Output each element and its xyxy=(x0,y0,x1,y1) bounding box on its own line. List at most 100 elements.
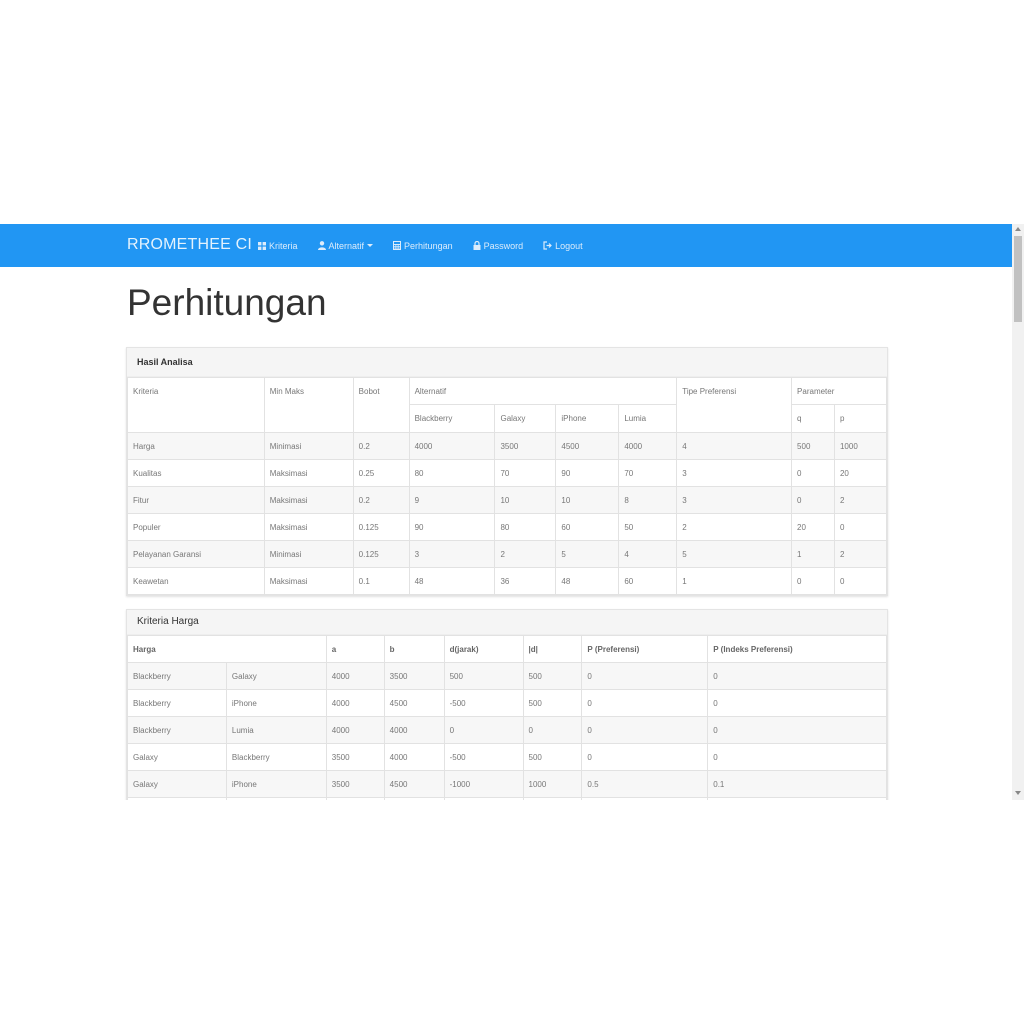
scroll-up-arrow-icon[interactable] xyxy=(1015,227,1021,231)
table-cell: Blackberry xyxy=(127,716,227,744)
table-cell: Maksimasi xyxy=(263,459,354,487)
browser-viewport: RROMETHEE CI Kriteria Alternatif Perhitu… xyxy=(0,224,1024,800)
header-alt: Galaxy xyxy=(494,404,557,433)
table-cell: 4500 xyxy=(555,432,620,460)
table-cell: -500 xyxy=(443,689,524,717)
table-cell: 0 xyxy=(522,716,583,744)
table-cell: 0.1 xyxy=(352,567,410,595)
table-cell: 5 xyxy=(676,540,793,568)
table-cell: 48 xyxy=(555,567,620,595)
table-cell: Kualitas xyxy=(127,459,265,487)
table-cell: 0 xyxy=(707,689,887,717)
kriteria-harga-panel: Kriteria Harga Harga a b d(jarak) |d| P … xyxy=(126,609,888,800)
header-alternatif: Alternatif xyxy=(408,377,678,405)
table-cell: 70 xyxy=(494,459,557,487)
scrollbar-thumb[interactable] xyxy=(1014,236,1022,322)
header-p-indeks: P (Indeks Preferensi) xyxy=(707,635,887,663)
table-cell: 500 xyxy=(522,689,583,717)
table-cell: -1000 xyxy=(443,770,524,798)
table-cell: 500 xyxy=(443,662,524,690)
grid-icon xyxy=(258,241,266,250)
table-cell xyxy=(383,797,445,800)
nav-item-password[interactable]: Password xyxy=(473,241,523,251)
scroll-down-arrow-icon[interactable] xyxy=(1015,791,1021,795)
table-cell: iPhone xyxy=(225,689,327,717)
table-cell: Galaxy xyxy=(127,770,227,798)
table-cell: 10 xyxy=(494,486,557,514)
header-alt: Blackberry xyxy=(408,404,496,433)
nav-item-kriteria[interactable]: Kriteria xyxy=(258,241,298,251)
table-cell: 10 xyxy=(555,486,620,514)
table-cell: 3500 xyxy=(494,432,557,460)
table-cell: 0 xyxy=(581,716,709,744)
nav-item-label: Logout xyxy=(555,240,583,251)
calculator-icon xyxy=(393,241,402,250)
table-cell: 4500 xyxy=(383,689,445,717)
table-cell: 20 xyxy=(833,459,888,487)
table-cell xyxy=(127,797,227,800)
panel-heading: Kriteria Harga xyxy=(127,610,887,635)
hasil-analisa-panel: Hasil Analisa Kriteria Min Maks Bobot Al… xyxy=(126,347,888,596)
table-cell: 4 xyxy=(676,432,793,460)
table-cell: 3500 xyxy=(325,743,385,771)
table-cell: 80 xyxy=(408,459,496,487)
table-cell: -500 xyxy=(443,743,524,771)
table-cell: 2 xyxy=(676,513,793,541)
table-cell: 9 xyxy=(408,486,496,514)
logout-icon xyxy=(543,241,552,250)
table-cell: 1000 xyxy=(522,770,583,798)
header-tipe-preferensi: Tipe Preferensi xyxy=(676,377,793,433)
nav-menu: Kriteria Alternatif Perhitungan Password… xyxy=(258,224,603,267)
table-cell: 3500 xyxy=(383,662,445,690)
table-cell: 2 xyxy=(833,540,888,568)
header-harga: Harga xyxy=(127,635,327,663)
table-cell: 1 xyxy=(676,567,793,595)
table-cell: 0.5 xyxy=(581,770,709,798)
table-cell: 0 xyxy=(581,743,709,771)
table-cell: 0 xyxy=(833,513,888,541)
table-cell: 4 xyxy=(618,540,678,568)
table-cell: 0.2 xyxy=(352,432,410,460)
nav-item-logout[interactable]: Logout xyxy=(543,241,583,251)
header-min-maks: Min Maks xyxy=(263,377,354,433)
table-cell: 2 xyxy=(494,540,557,568)
table-cell xyxy=(225,797,327,800)
table-cell: 60 xyxy=(555,513,620,541)
header-b: b xyxy=(383,635,445,663)
table-cell xyxy=(581,797,709,800)
table-cell: Maksimasi xyxy=(263,486,354,514)
table-cell xyxy=(443,797,524,800)
table-row xyxy=(127,797,887,800)
nav-item-perhitungan[interactable]: Perhitungan xyxy=(393,241,453,251)
table-cell: 0.125 xyxy=(352,540,410,568)
table-cell: 50 xyxy=(618,513,678,541)
table-cell: 2 xyxy=(833,486,888,514)
navbar: RROMETHEE CI Kriteria Alternatif Perhitu… xyxy=(0,224,1012,267)
table-cell: 500 xyxy=(522,743,583,771)
table-cell: 0 xyxy=(791,459,835,487)
table-header-row: Kriteria Min Maks Bobot Alternatif Tipe … xyxy=(127,377,887,433)
table-cell: 8 xyxy=(618,486,678,514)
table-cell: 90 xyxy=(555,459,620,487)
table-cell: 0 xyxy=(443,716,524,744)
table-cell: Fitur xyxy=(127,486,265,514)
table-cell: iPhone xyxy=(225,770,327,798)
table-row: Blackberry Lumia 4000 4000 0 0 0 0 xyxy=(127,716,887,744)
table-cell: Blackberry xyxy=(225,743,327,771)
table-cell: Blackberry xyxy=(127,689,227,717)
table-cell: 1000 xyxy=(833,432,888,460)
panel-heading: Hasil Analisa xyxy=(127,348,887,377)
nav-item-label: Kriteria xyxy=(269,240,298,251)
table-cell: 0 xyxy=(791,567,835,595)
table-cell: Galaxy xyxy=(127,743,227,771)
navbar-brand[interactable]: RROMETHEE CI xyxy=(127,236,252,254)
table-row: Fitur Maksimasi 0.2 9 10 10 8 3 0 2 xyxy=(127,486,888,514)
header-bobot: Bobot xyxy=(352,377,410,433)
table-cell: 4000 xyxy=(325,689,385,717)
chevron-down-icon xyxy=(367,244,374,247)
table-cell: 500 xyxy=(522,662,583,690)
nav-item-alternatif[interactable]: Alternatif xyxy=(317,241,374,251)
table-cell: 60 xyxy=(618,567,678,595)
header-kriteria: Kriteria xyxy=(127,377,265,433)
table-cell: 4000 xyxy=(408,432,496,460)
